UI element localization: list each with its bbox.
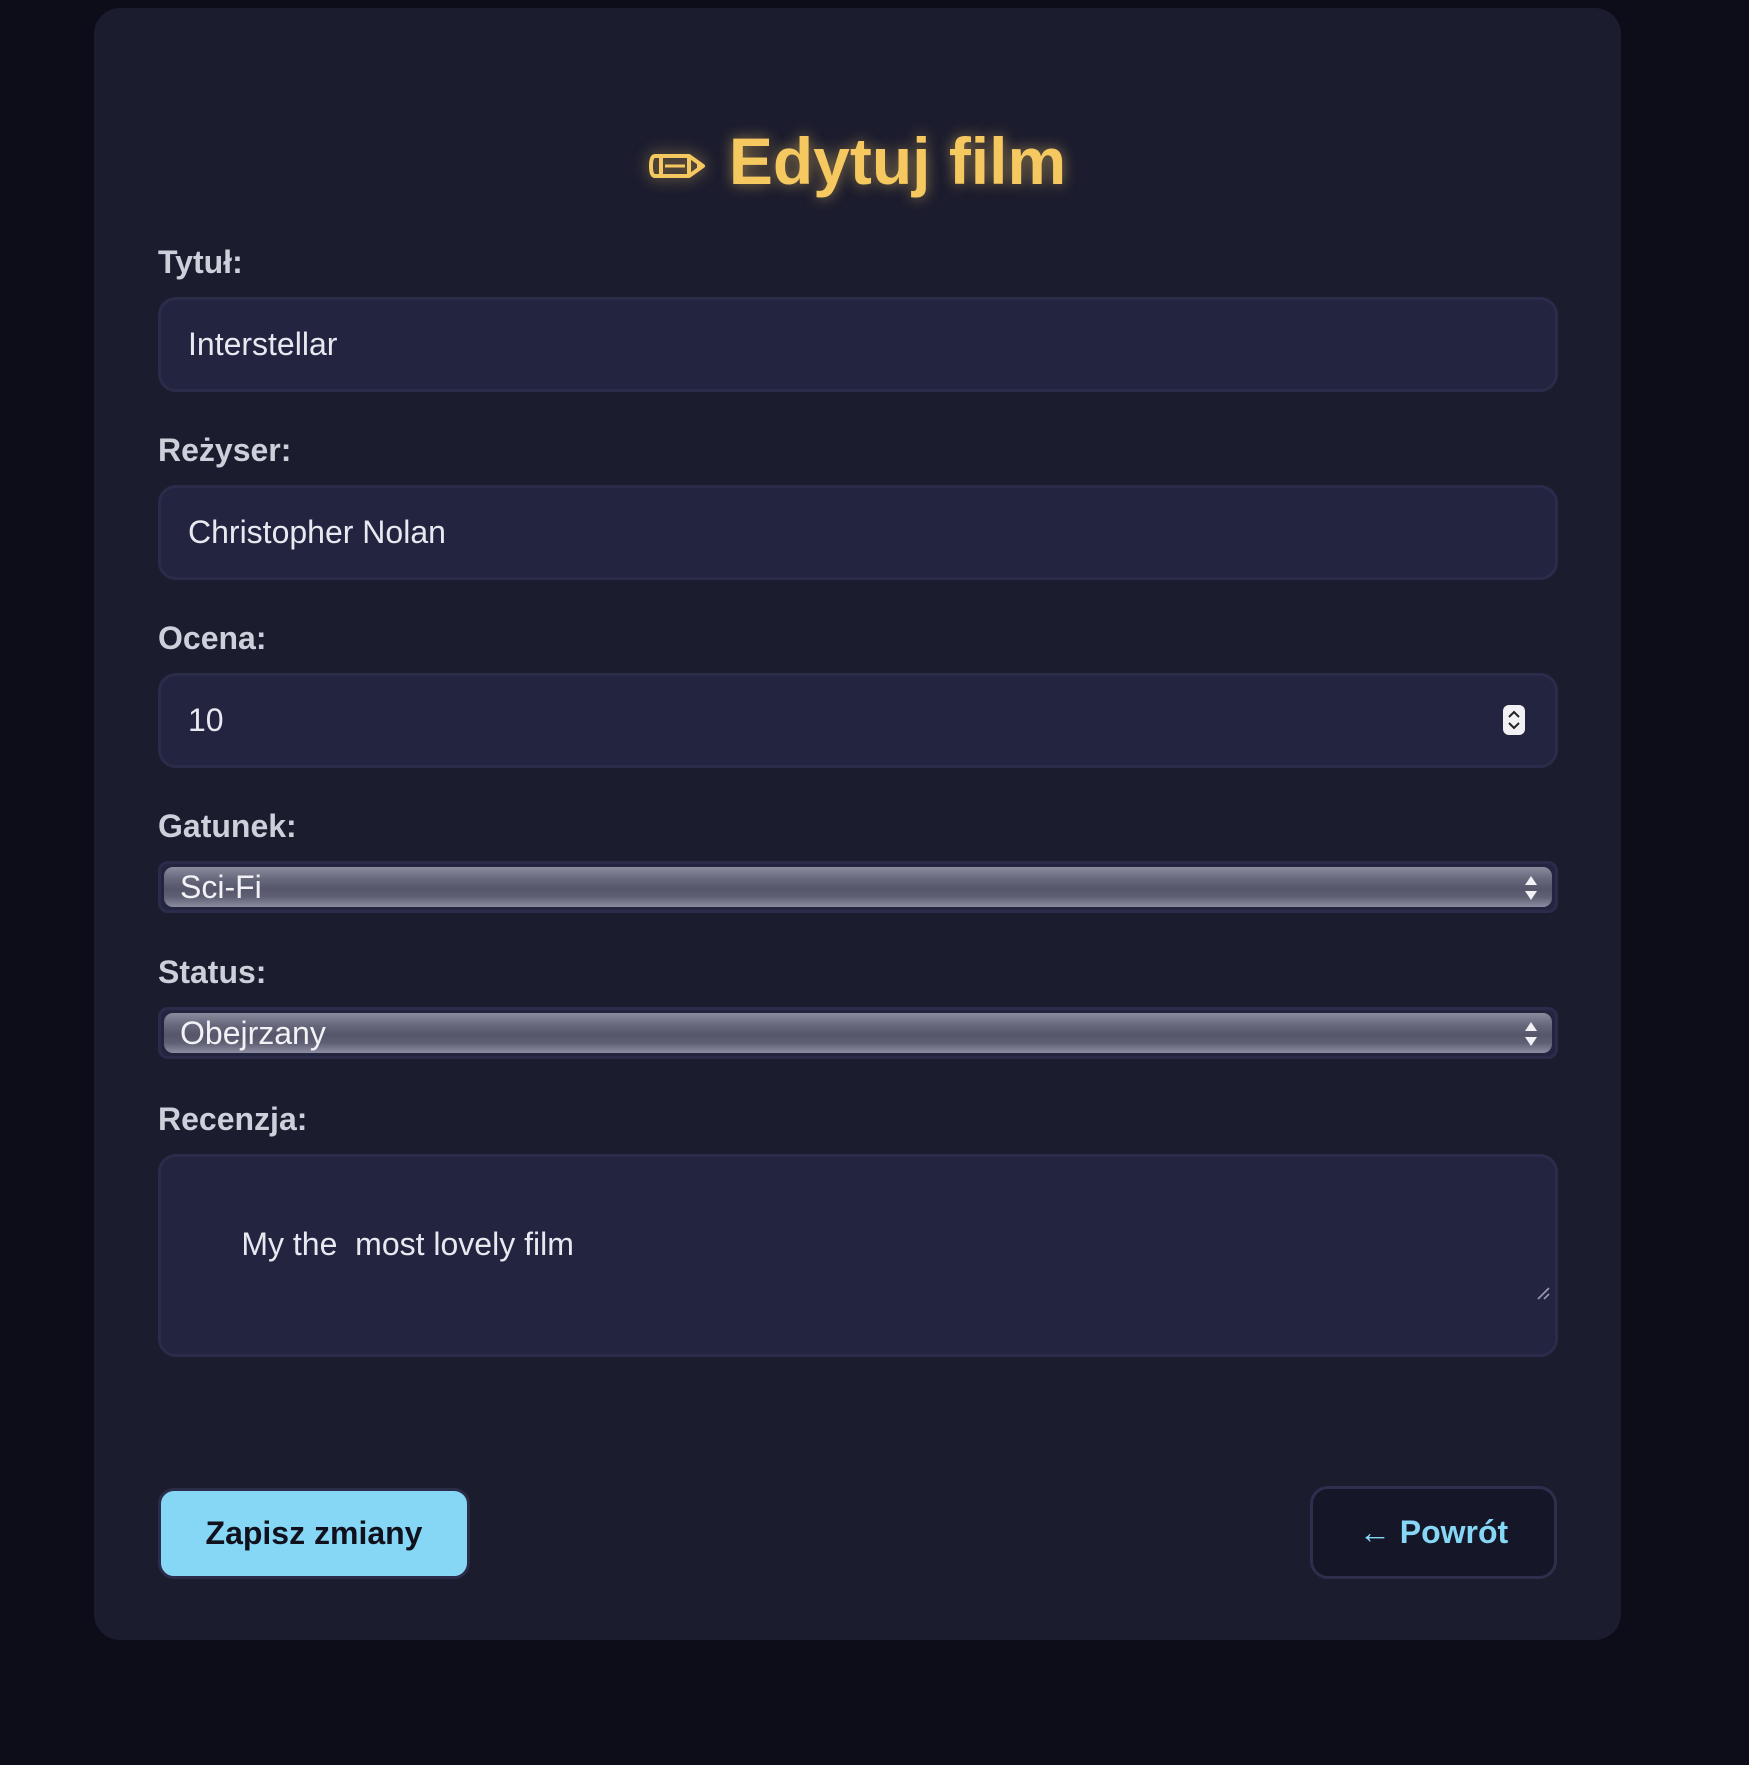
save-button[interactable]: Zapisz zmiany [158,1488,470,1579]
title-label: Tytuł: [158,244,243,280]
select-arrows-icon [1524,1018,1538,1058]
page-title: Edytuj film [158,8,1557,206]
pencil-icon [648,116,707,206]
director-label: Reżyser: [158,432,292,468]
select-arrows-icon [1524,872,1538,912]
rating-stepper[interactable] [1503,705,1525,735]
genre-label: Gatunek: [158,808,297,844]
page-title-text: Edytuj film [728,124,1067,198]
rating-input[interactable]: 10 [158,673,1558,768]
review-label: Recenzja: [158,1101,308,1137]
rating-label: Ocena: [158,620,267,656]
review-textarea[interactable]: My the most lovely film [158,1154,1558,1357]
back-button[interactable]: ← Powrót [1310,1486,1557,1579]
resize-handle-icon[interactable] [1464,1230,1551,1350]
edit-film-card: Edytuj film Tytuł: Interstellar Reżyser:… [94,8,1621,1640]
genre-select[interactable]: Sci-Fi [158,861,1558,913]
film-form: Tytuł: Interstellar Reżyser: Christopher… [158,242,1558,1357]
status-selected-value: Obejrzany [180,1015,326,1051]
title-input[interactable]: Interstellar [158,297,1558,392]
review-text: My the most lovely film [241,1226,574,1262]
status-select[interactable]: Obejrzany [158,1007,1558,1059]
rating-value: 10 [188,702,224,738]
status-label: Status: [158,954,267,990]
genre-selected-value: Sci-Fi [180,869,262,905]
director-input[interactable]: Christopher Nolan [158,485,1558,580]
